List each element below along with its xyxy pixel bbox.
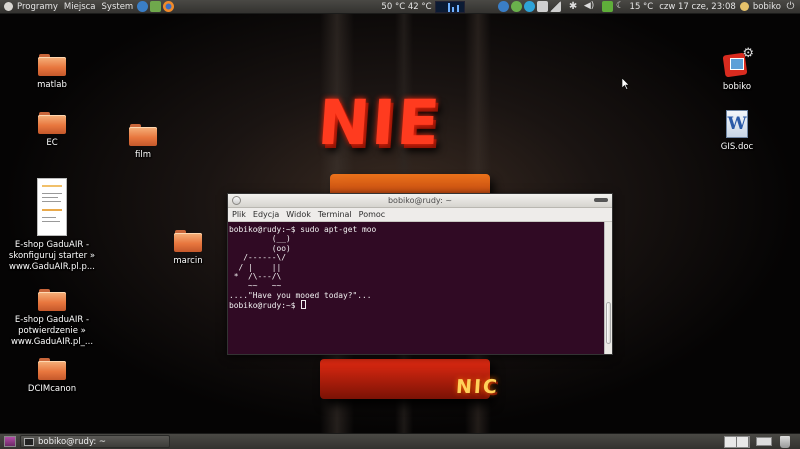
- desktop-icon-label: E-shop GaduAIR - skonfiguruj starter » w…: [8, 240, 96, 272]
- play-icon[interactable]: [510, 1, 522, 12]
- scrollbar-thumb[interactable]: [606, 302, 611, 344]
- ubuntu-logo-icon[interactable]: [4, 2, 13, 11]
- desktop-icon-matlab[interactable]: matlab: [4, 54, 100, 91]
- terminal-line: ~~ ~~: [229, 281, 282, 291]
- clock[interactable]: czw 17 cze, 23:08: [656, 2, 739, 12]
- menu-terminal[interactable]: Terminal: [315, 210, 355, 219]
- desktop-icon-label: bobiko: [722, 82, 752, 92]
- gear-icon: ⚙: [742, 46, 754, 61]
- document-thumbnail-icon: [37, 178, 67, 236]
- signal-icon[interactable]: [549, 1, 561, 12]
- desktop-icon-home[interactable]: ⚙ bobiko: [689, 46, 785, 93]
- window-maximize-button[interactable]: [594, 198, 608, 202]
- desktop-icon-label: DCIMcanon: [27, 384, 77, 394]
- desktop-icon-label: marcin: [173, 256, 203, 266]
- mouse-pointer-icon: [622, 78, 630, 90]
- taskbar-item-label: bobiko@rudy: ~: [38, 436, 107, 447]
- desktop-icon-eshop-confirmation[interactable]: E-shop GaduAIR - potwierdzenie » www.Gad…: [4, 289, 100, 348]
- home-folder-icon: ⚙: [722, 46, 754, 78]
- desktop-icon-eshop-starter[interactable]: E-shop GaduAIR - skonfiguruj starter » w…: [4, 178, 100, 273]
- folder-icon: [129, 124, 157, 146]
- folder-icon: [38, 358, 66, 380]
- user-name[interactable]: bobiko: [750, 2, 784, 12]
- terminal-prompt: bobiko@rudy:~$: [229, 301, 301, 311]
- update-notifier-icon[interactable]: [497, 1, 509, 12]
- menu-applications[interactable]: Programy: [14, 2, 61, 12]
- terminal-scrollbar[interactable]: [604, 222, 612, 354]
- system-monitor-graph[interactable]: [434, 0, 465, 13]
- desktop-icon-label: film: [135, 150, 151, 160]
- folder-icon: [38, 112, 66, 134]
- terminal-menubar: Plik Edycja Widok Terminal Pomoc: [228, 208, 612, 222]
- terminal-window[interactable]: bobiko@rudy: ~ Plik Edycja Widok Termina…: [227, 193, 613, 355]
- terminal-line: (__): [229, 234, 291, 244]
- terminal-output[interactable]: bobiko@rudy:~$ sudo apt-get moo (__) (oo…: [228, 222, 604, 354]
- terminal-line: /------\/: [229, 253, 287, 263]
- desktop-icon-gis-doc[interactable]: W GIS.doc: [689, 110, 785, 153]
- workspace-switcher[interactable]: [724, 435, 750, 448]
- desktop-icon-film[interactable]: film: [95, 124, 191, 161]
- network-icon[interactable]: [536, 1, 548, 12]
- skype-icon[interactable]: [523, 1, 535, 12]
- taskbar-item-terminal[interactable]: bobiko@rudy: ~: [20, 435, 170, 448]
- firefox-launcher-icon[interactable]: [163, 1, 175, 12]
- terminal-line: ...."Have you mooed today?"...: [229, 290, 372, 300]
- desktop-icon-label: E-shop GaduAIR - potwierdzenie » www.Gad…: [10, 315, 94, 347]
- cpu-usage-spike: [447, 2, 450, 12]
- folder-icon: [38, 289, 66, 311]
- desktop-icon-marcin[interactable]: marcin: [140, 230, 236, 267]
- window-close-button[interactable]: [232, 196, 241, 205]
- desktop-icon-dcimcanon[interactable]: DCIMcanon: [4, 358, 100, 395]
- wallpaper-word-nic: NIC: [455, 376, 500, 398]
- cpu-temperature: 50 °C 42 °C: [381, 1, 432, 12]
- desktop-icon-label: GIS.doc: [720, 142, 754, 152]
- folder-icon: [38, 54, 66, 76]
- menu-file[interactable]: Plik: [229, 210, 249, 219]
- window-title: bobiko@rudy: ~: [387, 196, 453, 205]
- menu-places[interactable]: Miejsca: [61, 2, 99, 12]
- show-desktop-icon[interactable]: [4, 436, 16, 447]
- bluetooth-icon[interactable]: ✱: [568, 1, 579, 12]
- terminal-icon: [24, 437, 34, 446]
- desktop-icon-ec[interactable]: EC: [4, 112, 100, 149]
- menu-system[interactable]: System: [99, 2, 137, 12]
- terminal-line: * /\---/\: [229, 271, 282, 281]
- window-titlebar[interactable]: bobiko@rudy: ~: [228, 194, 612, 208]
- terminal-prompt-line[interactable]: bobiko@rudy:~$: [229, 300, 603, 311]
- menu-view[interactable]: Widok: [283, 210, 314, 219]
- text-cursor: [301, 300, 307, 310]
- cpu-usage-spike: [456, 4, 459, 12]
- bottom-panel: bobiko@rudy: ~: [0, 433, 800, 449]
- terminal-line: bobiko@rudy:~$ sudo apt-get moo: [229, 225, 377, 234]
- wallpaper-word-nie: NIE: [315, 86, 444, 159]
- menu-help[interactable]: Pomoc: [356, 210, 389, 219]
- weather-temperature[interactable]: 15 °C: [627, 2, 657, 12]
- desktop-icon-label: matlab: [37, 80, 67, 90]
- network-launcher-icon[interactable]: [137, 1, 149, 12]
- terminal-line: (oo): [229, 243, 291, 253]
- user-status-icon[interactable]: [739, 2, 749, 11]
- volume-icon[interactable]: ◀): [584, 1, 595, 12]
- workspace-pager-icon[interactable]: [756, 437, 772, 446]
- cpu-usage-spike: [451, 6, 454, 12]
- app-launcher-icon[interactable]: [150, 1, 162, 12]
- power-icon[interactable]: ⏻: [785, 1, 796, 12]
- folder-icon: [174, 230, 202, 252]
- top-panel: Programy Miejsca System 50 °C 42 °C ✱ ◀)…: [0, 0, 800, 14]
- desktop-icon-label: EC: [46, 138, 58, 148]
- menu-edit[interactable]: Edycja: [250, 210, 282, 219]
- terminal-line: / | ||: [229, 262, 282, 272]
- moon-weather-icon[interactable]: ☾: [615, 1, 626, 12]
- word-document-icon: W: [726, 110, 748, 138]
- mail-icon[interactable]: [601, 1, 613, 12]
- trash-icon[interactable]: [780, 435, 790, 448]
